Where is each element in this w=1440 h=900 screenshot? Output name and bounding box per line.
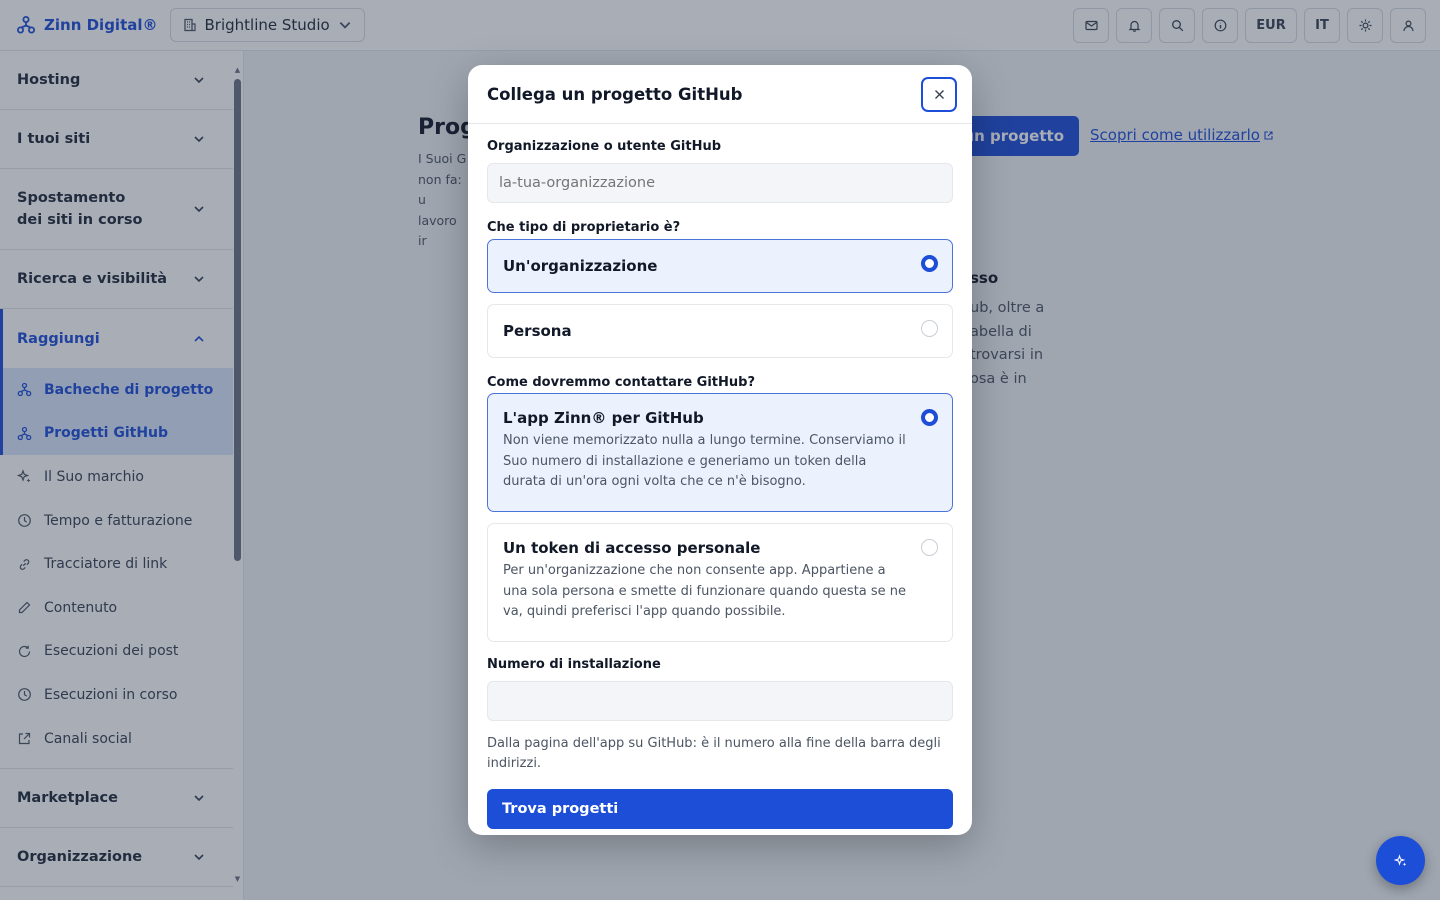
close-icon: [934, 89, 944, 99]
radio-selected[interactable]: [921, 409, 938, 426]
find-projects-button[interactable]: Trova progetti: [487, 789, 953, 829]
radio-unselected[interactable]: [921, 539, 938, 556]
install-number-label: Numero di installazione: [487, 657, 661, 672]
install-number-hint: Dalla pagina dell'app su GitHub: è il nu…: [487, 736, 941, 771]
owner-type-label: Che tipo di proprietario è?: [487, 220, 681, 235]
option-title: Un'organizzazione: [503, 257, 658, 275]
dialog-body: Organizzazione o utente GitHub Che tipo …: [468, 124, 972, 829]
org-label: Organizzazione o utente GitHub: [487, 139, 722, 154]
option-description: Per un'organizzazione che non consente a…: [503, 563, 907, 619]
radio-selected[interactable]: [921, 255, 938, 272]
option-title: Persona: [503, 322, 572, 340]
org-input[interactable]: [487, 163, 953, 203]
connect-github-dialog: Collega un progetto GitHub Organizzazion…: [468, 65, 972, 835]
dialog-title: Collega un progetto GitHub: [487, 84, 743, 104]
contact-option-token[interactable]: Un token di accesso personale Per un'org…: [487, 523, 953, 642]
option-title: Un token di accesso personale: [503, 539, 761, 557]
assistant-button[interactable]: [1376, 836, 1425, 885]
contact-option-app[interactable]: L'app Zinn® per GitHub Non viene memoriz…: [487, 393, 953, 512]
owner-option-organization[interactable]: Un'organizzazione: [487, 239, 953, 293]
install-number-input[interactable]: [487, 681, 953, 721]
radio-unselected[interactable]: [921, 320, 938, 337]
option-description: Non viene memorizzato nulla a lungo term…: [503, 433, 906, 489]
close-button[interactable]: [921, 76, 957, 112]
owner-option-person[interactable]: Persona: [487, 304, 953, 358]
dialog-header: Collega un progetto GitHub: [468, 65, 972, 124]
sparkle-icon: [1393, 853, 1406, 866]
option-title: L'app Zinn® per GitHub: [503, 409, 704, 427]
contact-method-label: Come dovremmo contattare GitHub?: [487, 375, 756, 390]
